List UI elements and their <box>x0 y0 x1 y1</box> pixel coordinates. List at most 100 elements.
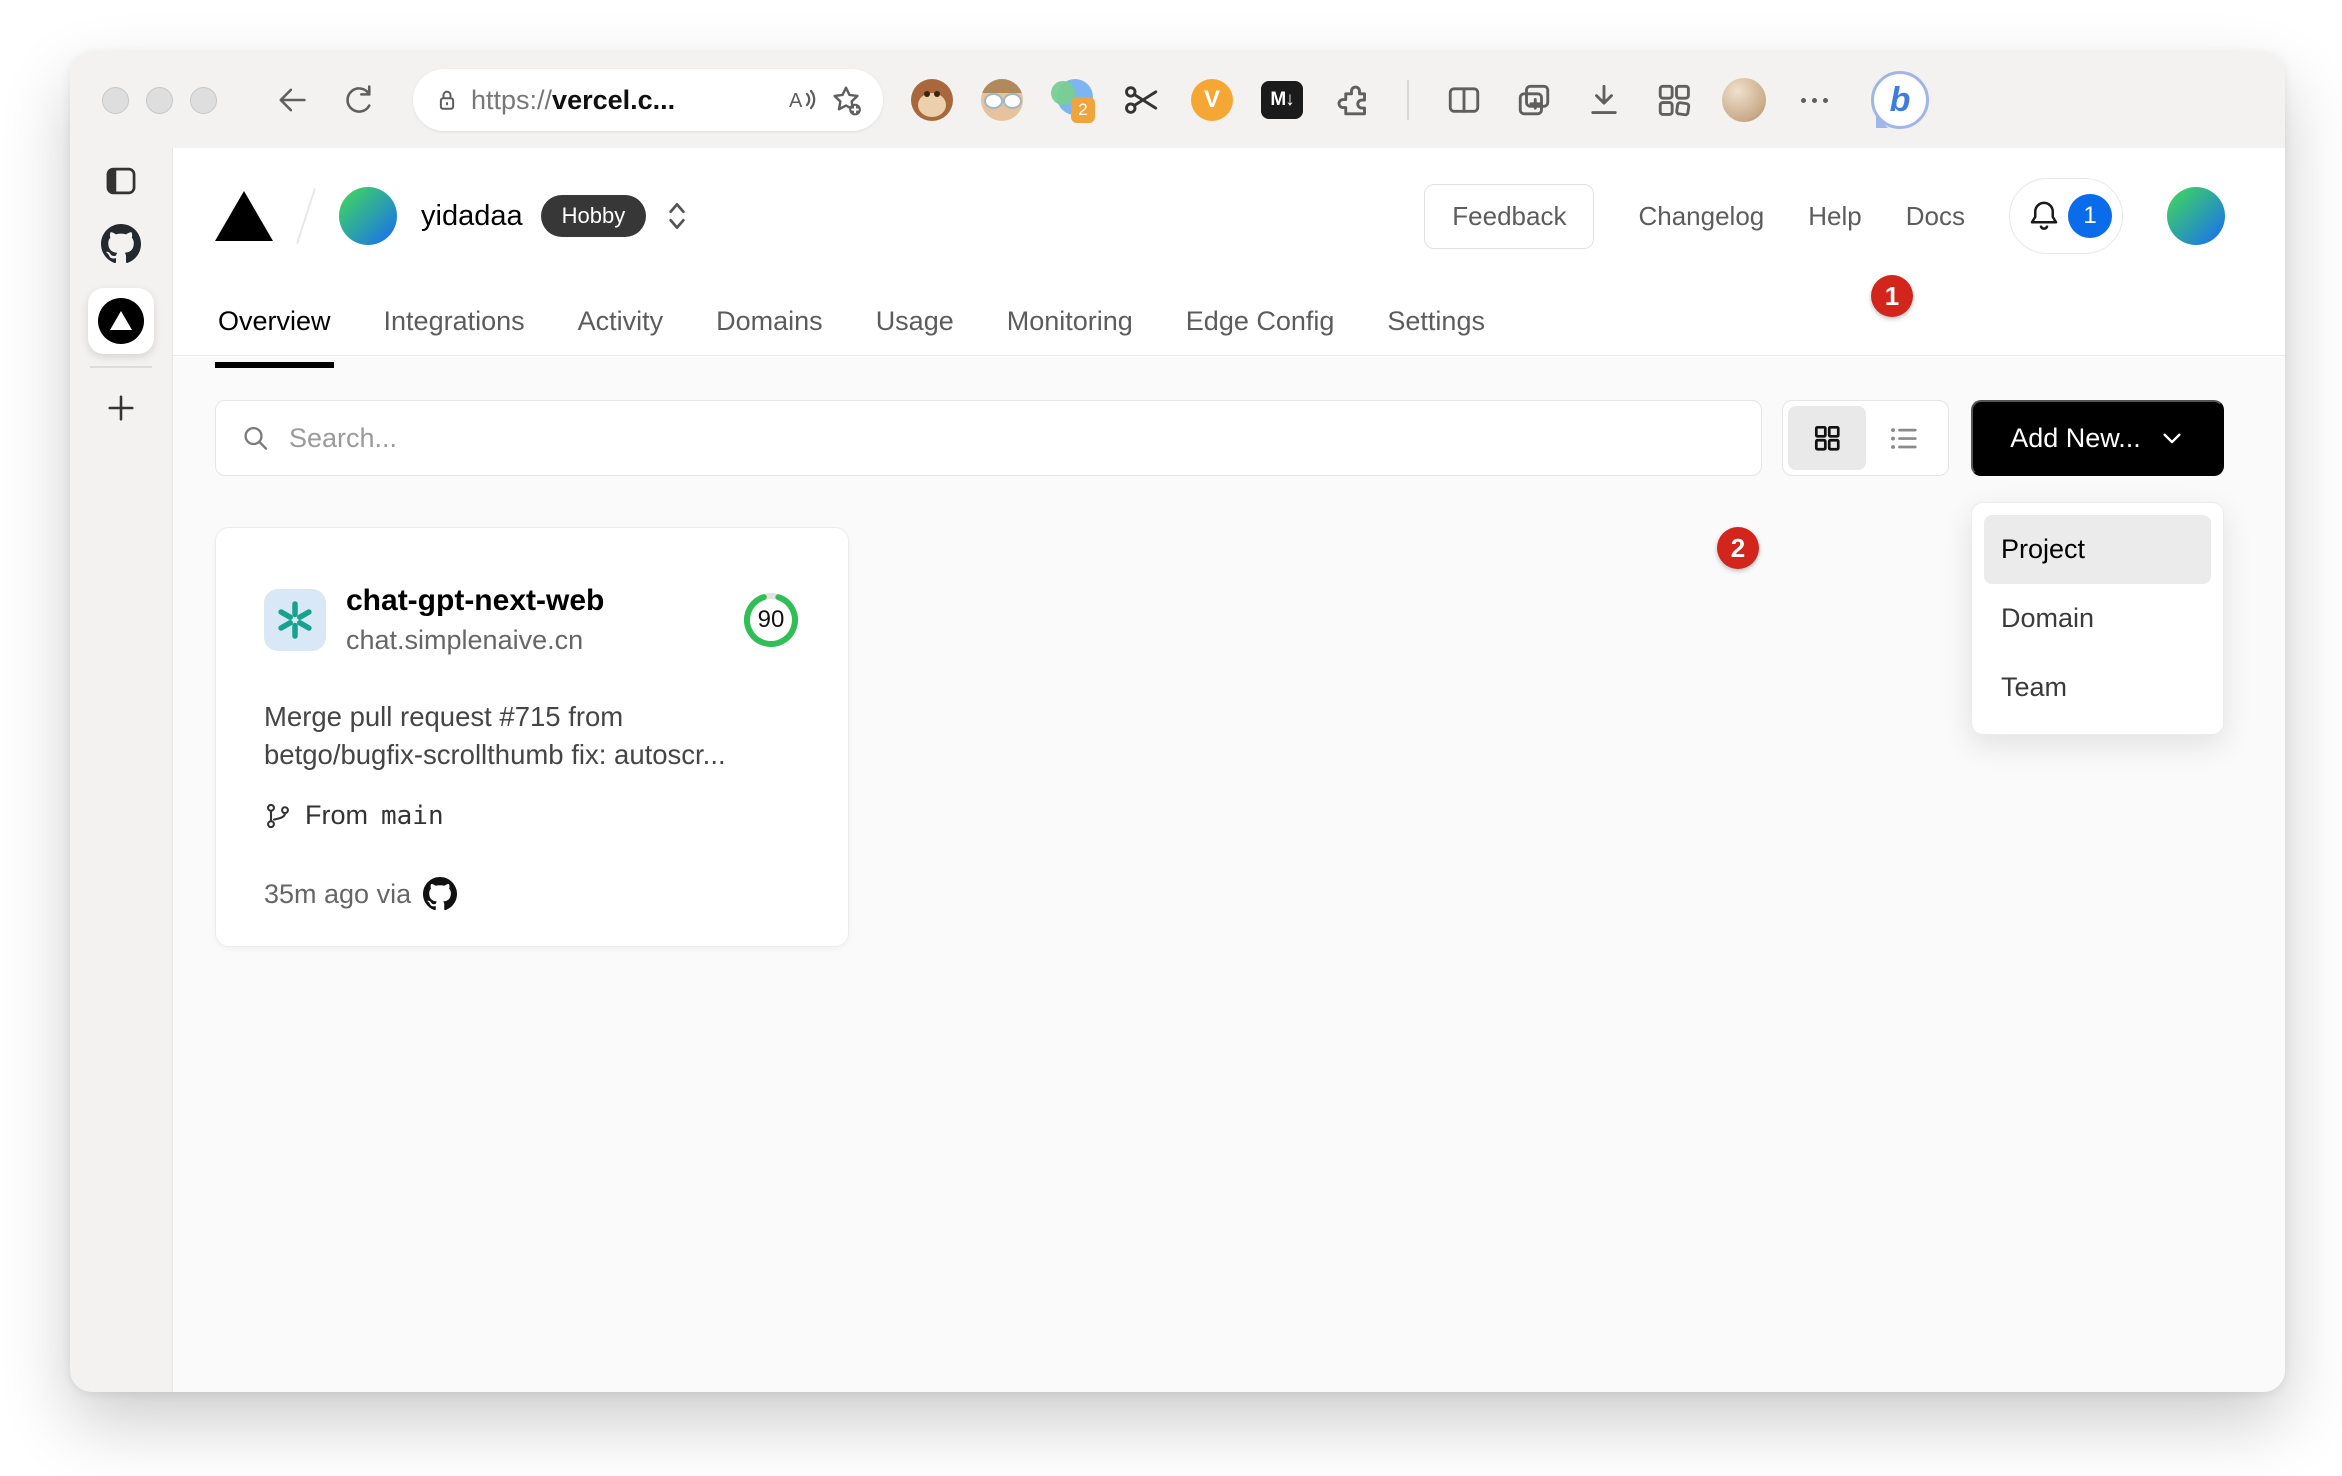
collections-button[interactable] <box>1511 77 1557 123</box>
tab-settings[interactable]: Settings <box>1384 306 1488 368</box>
branch-name: main <box>381 800 444 831</box>
widgets-button[interactable] <box>1651 77 1697 123</box>
vercel-tab-icon <box>98 298 144 344</box>
url-text: https://vercel.c... <box>471 84 676 115</box>
new-tab-button[interactable] <box>103 390 139 426</box>
dashboard-header: yidadaa Hobby Feedback Changelog Help Do… <box>173 148 2285 368</box>
feedback-button[interactable]: Feedback <box>1424 183 1595 249</box>
project-domain[interactable]: chat.simplenaive.cn <box>346 625 604 656</box>
side-panel-icon <box>106 167 136 195</box>
scissors-extension-icon[interactable] <box>1119 77 1165 123</box>
address-bar[interactable]: https://vercel.c... A <box>413 69 883 131</box>
search-box[interactable] <box>215 400 1762 476</box>
user-avatar[interactable] <box>2167 187 2225 245</box>
github-icon <box>423 877 458 911</box>
favorite-star-icon[interactable] <box>829 83 863 117</box>
project-favicon <box>264 589 326 651</box>
tampermonkey-extension-icon[interactable] <box>909 77 955 123</box>
tab-usage[interactable]: Usage <box>873 306 957 368</box>
up-down-chevrons-icon <box>669 202 685 230</box>
search-input[interactable] <box>288 422 1737 454</box>
notifications-button[interactable]: 1 <box>2009 178 2123 254</box>
browser-toolbar: https://vercel.c... A 2 V M↓ b <box>70 52 2285 148</box>
translate-extension-icon[interactable]: 2 <box>1049 77 1095 123</box>
git-branch-icon <box>267 803 289 828</box>
avatar-extension-icon[interactable] <box>979 77 1025 123</box>
browser-window: https://vercel.c... A 2 V M↓ b yidadaa H… <box>70 52 2285 1392</box>
vertical-tabs-sidebar <box>70 148 172 1392</box>
latest-commit-message[interactable]: Merge pull request #715 from betgo/bugfi… <box>264 698 800 774</box>
dashboard-tabs: Overview Integrations Activity Domains U… <box>215 306 2285 368</box>
refresh-icon <box>346 85 371 113</box>
annotation-step-2: 2 <box>1717 527 1759 569</box>
tab-integrations[interactable]: Integrations <box>381 306 528 368</box>
speed-insights-score[interactable]: 90 <box>742 591 800 649</box>
grid-view-icon <box>1814 425 1840 451</box>
bing-icon: b <box>1889 80 1911 119</box>
split-screen-button[interactable] <box>1441 77 1487 123</box>
download-icon <box>1591 84 1617 114</box>
split-screen-icon <box>1448 87 1480 113</box>
tab-edge-config[interactable]: Edge Config <box>1183 306 1338 368</box>
puzzle-icon <box>1337 85 1366 116</box>
breadcrumb-slash <box>296 188 316 244</box>
annotation-step-1: 1 <box>1871 275 1913 317</box>
more-menu-button[interactable] <box>1791 77 1837 123</box>
ellipsis-icon <box>1800 97 1828 103</box>
grid-view-button[interactable] <box>1788 406 1866 470</box>
add-new-label: Add New... <box>2010 422 2141 453</box>
tab-activity[interactable]: Activity <box>575 306 667 368</box>
team-name[interactable]: yidadaa <box>421 200 523 233</box>
branch-label: From <box>305 800 368 830</box>
bing-chat-button[interactable]: b <box>1871 71 1929 129</box>
changelog-link[interactable]: Changelog <box>1638 201 1764 232</box>
view-toggle <box>1782 400 1949 476</box>
add-new-button[interactable]: Add New... <box>1971 400 2224 476</box>
tab-domains[interactable]: Domains <box>713 306 826 368</box>
bell-icon <box>2030 201 2058 230</box>
menu-item-domain[interactable]: Domain <box>1984 584 2211 653</box>
notification-count-badge: 1 <box>2068 194 2112 238</box>
read-aloud-icon[interactable]: A <box>785 84 817 116</box>
sidebar-pane-toggle[interactable] <box>102 162 140 200</box>
team-switcher-button[interactable] <box>662 198 692 234</box>
markdown-extension-icon[interactable]: M↓ <box>1259 77 1305 123</box>
chevron-down-icon <box>2163 433 2181 444</box>
menu-item-project[interactable]: Project <box>1984 515 2211 584</box>
zoom-window-button[interactable] <box>190 86 217 114</box>
extensions-menu-button[interactable] <box>1329 77 1375 123</box>
toolbar-divider <box>1407 80 1409 120</box>
downloads-button[interactable] <box>1581 77 1627 123</box>
refresh-button[interactable] <box>335 77 381 123</box>
vercel-dashboard: yidadaa Hobby Feedback Changelog Help Do… <box>172 148 2285 1392</box>
project-card[interactable]: chat-gpt-next-web chat.simplenaive.cn 90… <box>215 527 849 947</box>
collections-icon <box>1518 84 1550 116</box>
vercel-logo[interactable] <box>215 191 273 241</box>
plus-icon <box>108 395 134 421</box>
openai-logo-icon <box>278 601 312 639</box>
translate-badge: 2 <box>1071 97 1095 123</box>
tab-overview[interactable]: Overview <box>215 306 334 368</box>
close-window-button[interactable] <box>102 86 129 114</box>
back-button[interactable] <box>269 77 315 123</box>
window-controls <box>102 86 217 114</box>
team-avatar[interactable] <box>339 187 397 245</box>
docs-link[interactable]: Docs <box>1906 201 1965 232</box>
tab-vercel-active[interactable] <box>88 288 154 354</box>
search-icon <box>244 426 268 450</box>
desktop: https://vercel.c... A 2 V M↓ b yidadaa H… <box>0 0 2342 1476</box>
lock-icon <box>439 90 455 110</box>
v-extension-icon[interactable]: V <box>1189 77 1235 123</box>
extension-bar: 2 V M↓ b <box>909 71 1929 129</box>
tab-monitoring[interactable]: Monitoring <box>1004 306 1136 368</box>
tab-github[interactable] <box>101 224 141 264</box>
plan-badge: Hobby <box>540 195 647 237</box>
minimize-window-button[interactable] <box>146 86 173 114</box>
list-view-button[interactable] <box>1866 406 1944 470</box>
menu-item-team[interactable]: Team <box>1984 653 2211 722</box>
scissors-icon <box>1125 86 1158 114</box>
browser-profile-avatar[interactable] <box>1721 77 1767 123</box>
project-name[interactable]: chat-gpt-next-web <box>346 584 604 618</box>
help-link[interactable]: Help <box>1808 201 1861 232</box>
deployment-meta: 35m ago via <box>264 877 800 911</box>
